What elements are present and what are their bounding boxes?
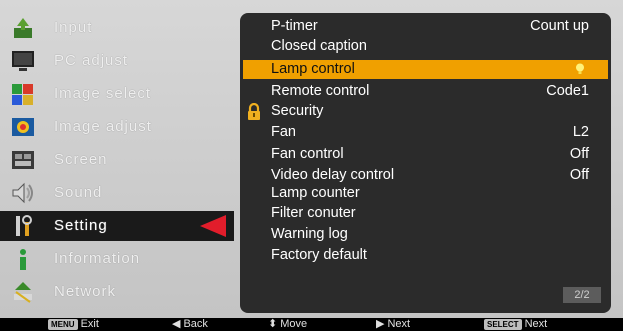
menu-item-label: Sound [54,184,103,201]
menu-item-label: PC adjust [54,52,129,69]
menu-item-sound[interactable]: Sound [0,177,234,209]
selection-pointer-icon [200,215,226,237]
menu-item-image-adjust[interactable]: Image adjust [0,111,234,143]
move-label: Move [280,318,308,330]
right-arrow-icon: ▶ [376,318,385,330]
submenu-row-fan[interactable]: Fan L2 [240,123,611,143]
exit-label: Exit [80,318,99,330]
row-label: Lamp counter [271,185,360,201]
submenu-row-security[interactable]: Security [240,102,611,122]
submenu-row-lamp-counter[interactable]: Lamp counter [240,184,611,204]
select-key-icon: SELECT [484,319,522,330]
submenu-row-fan-control[interactable]: Fan control Off [240,145,611,165]
back-label: Back [183,318,208,330]
up-down-arrow-icon: ⬍ [268,318,278,330]
row-label: Warning log [271,226,348,242]
row-label: Factory default [271,247,367,263]
information-icon [20,249,26,270]
input-icon [14,18,32,38]
submenu-row-p-timer[interactable]: P-timer Count up [240,17,611,37]
submenu-row-filter-counter[interactable]: Filter conuter [240,204,611,224]
menu-item-network[interactable]: Network [0,276,234,308]
next-select-label: Next [524,318,548,330]
menu-item-label: Setting [54,217,108,234]
row-label: Lamp control [271,61,355,77]
menu-item-information[interactable]: Information [0,243,234,275]
submenu-row-warning-log[interactable]: Warning log [240,225,611,245]
menu-item-label: Network [54,283,117,300]
back-hint: ◀ Back [172,318,208,331]
submenu-row-remote-control[interactable]: Remote control Code1 [240,82,611,102]
row-value: Off [569,146,589,162]
menu-item-pc-adjust[interactable]: PC adjust [0,45,234,77]
setting-icon [16,215,32,236]
row-value: L2 [572,124,589,140]
submenu-row-video-delay-control[interactable]: Video delay control Off [240,166,611,186]
menu-item-label: Image select [54,85,152,102]
row-label: Video delay control [271,167,395,183]
next-arrow-hint: ▶ Next [376,318,410,331]
menu-item-screen[interactable]: Screen [0,144,234,176]
next-label: Next [387,318,411,330]
pc-adjust-icon [12,51,34,71]
submenu-row-factory-default[interactable]: Factory default [240,246,611,266]
menu-item-image-select[interactable]: Image select [0,78,234,110]
menu-item-label: Screen [54,151,108,168]
screen-icon [12,151,34,169]
left-arrow-icon: ◀ [172,318,181,330]
submenu-row-lamp-control[interactable]: Lamp control [240,60,611,80]
menu-key-icon: MENU [48,319,78,330]
row-value: Off [569,167,589,183]
page-indicator: 2/2 [563,287,601,303]
main-menu: Input PC adjust Image select Image adjus… [0,12,234,316]
row-label: Closed caption [271,38,367,54]
menu-item-label: Image adjust [54,118,152,135]
lock-icon [248,103,260,120]
row-value: Code1 [546,83,589,99]
row-label: Fan control [271,146,344,162]
row-label: Remote control [271,83,370,99]
projector-menu-frame: Input PC adjust Image select Image adjus… [0,0,623,318]
menu-item-input[interactable]: Input [0,12,234,44]
next-select-hint: SELECT Next [484,318,547,331]
lamp-icon [576,63,584,74]
menu-item-label: Information [54,250,141,267]
setting-submenu: P-timer Count up Closed caption Lamp con… [240,13,611,313]
key-guide-bar: MENU Exit ◀ Back ⬍ Move ▶ Next SELECT Ne… [0,318,623,331]
menu-item-label: Input [54,19,93,36]
row-value: Count up [530,18,589,34]
row-label: Fan [271,124,296,140]
move-hint: ⬍ Move [268,318,307,331]
sound-icon [12,182,33,204]
image-select-icon [12,84,33,105]
row-label: P-timer [271,18,318,34]
network-icon [14,282,32,303]
row-label: Filter conuter [271,205,356,221]
image-adjust-icon [12,118,34,136]
exit-hint: MENU Exit [48,318,99,331]
submenu-row-closed-caption[interactable]: Closed caption [240,37,611,57]
menu-item-setting[interactable]: Setting [0,210,234,242]
row-label: Security [271,103,324,119]
